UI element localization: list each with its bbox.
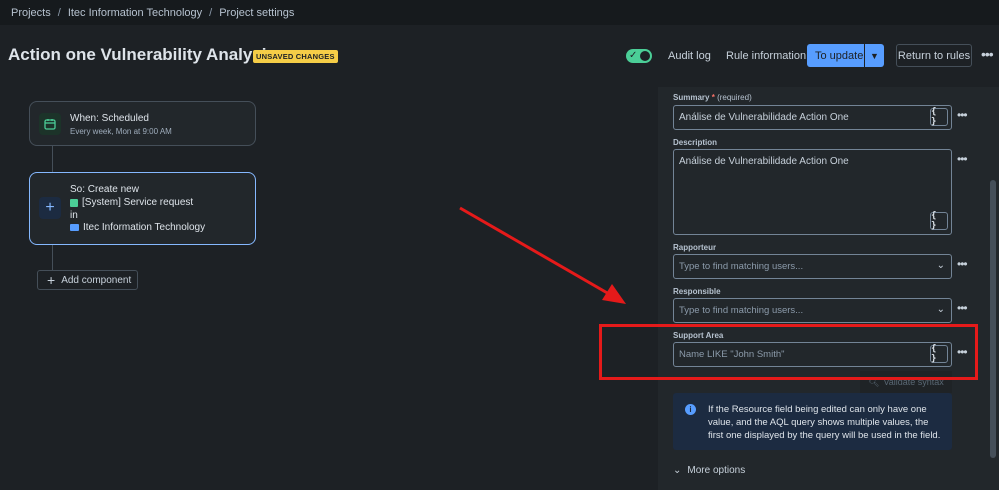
annotation-arrow-icon — [459, 206, 626, 304]
